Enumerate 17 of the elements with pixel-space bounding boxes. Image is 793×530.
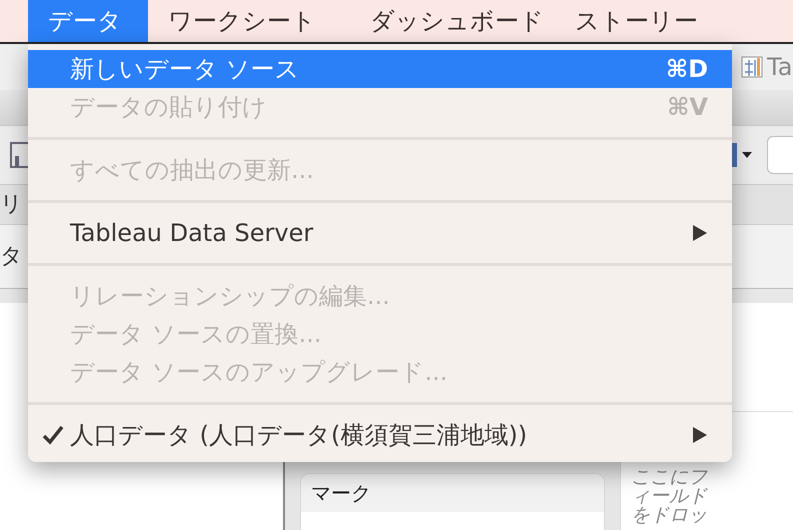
tab-label[interactable]: Ta [767, 49, 793, 85]
menu-item[interactable]: Tableau Data Server [28, 214, 732, 252]
menu-item[interactable]: 新しいデータ ソース ⌘D [28, 50, 732, 88]
submenu-arrow-icon [692, 426, 708, 444]
data-source-label[interactable]: タ [0, 240, 23, 273]
menu-bar-item[interactable]: ダッシュボード [350, 0, 555, 42]
card-title: マーク [311, 480, 371, 507]
menu-item[interactable]: 人口データ (人口データ(横須賀三浦地域)) [28, 416, 732, 454]
menu-bar-item[interactable]: ストーリー [555, 0, 755, 42]
menu-bar-item[interactable]: ワークシート [148, 0, 350, 42]
checkmark-icon [42, 425, 64, 445]
dropdown-caret-icon[interactable] [741, 151, 753, 159]
menu-bar-item[interactable]: データ [28, 0, 148, 42]
pane-label: リ [0, 191, 23, 219]
chart-icon [741, 56, 763, 78]
submenu-arrow-icon [692, 224, 708, 242]
drop-hint: ここにフィールドをドロッ [631, 468, 708, 525]
